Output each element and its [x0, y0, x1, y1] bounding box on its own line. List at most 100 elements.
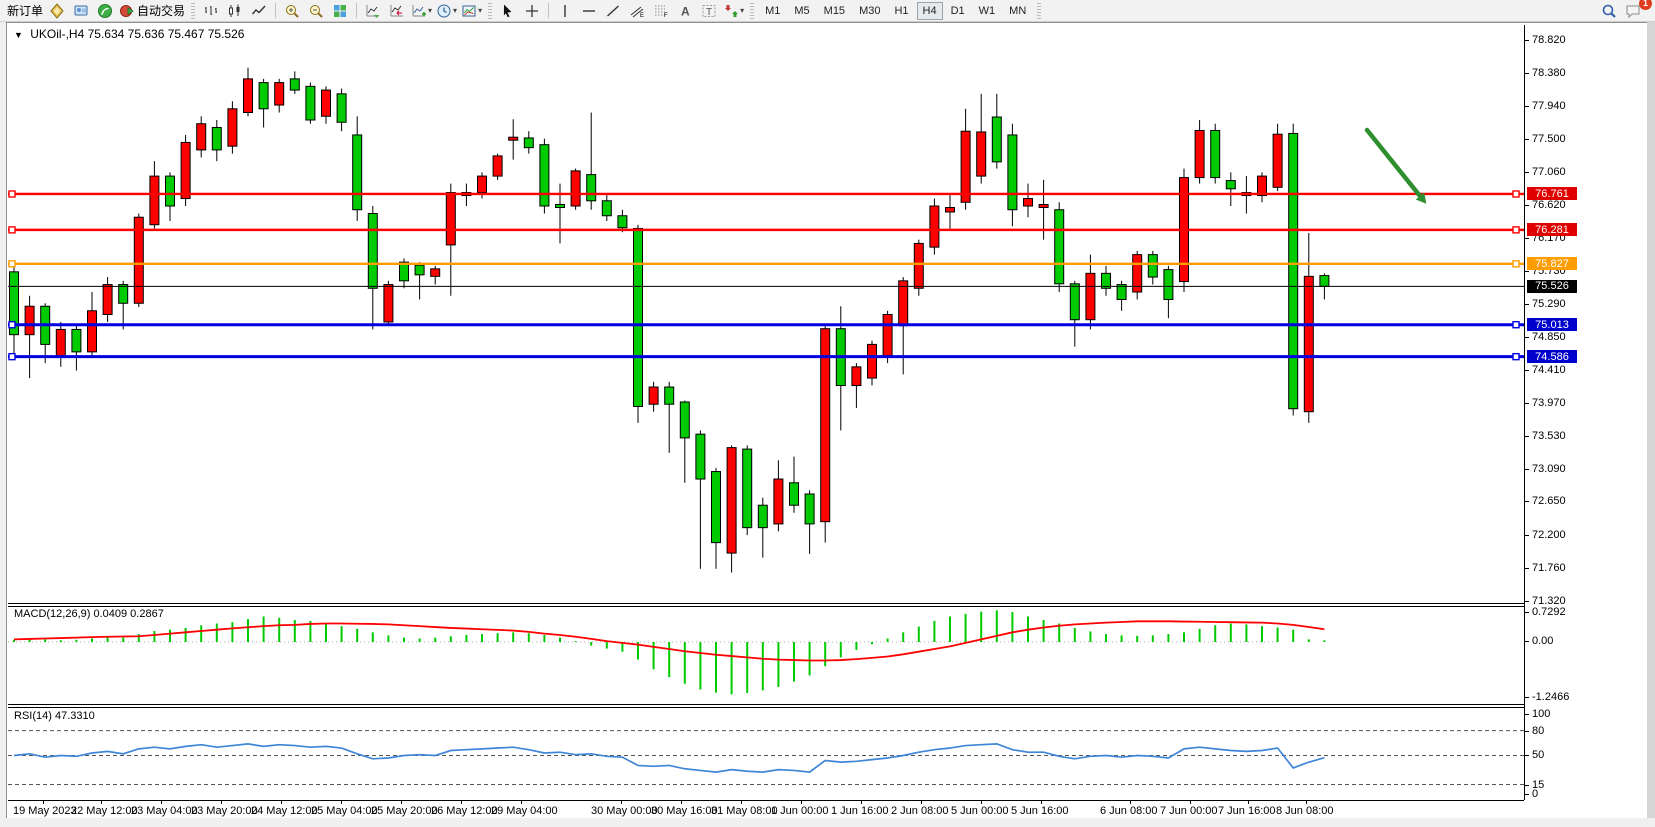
arrows-icon: [723, 3, 739, 19]
indicators-button[interactable]: ▾: [409, 1, 434, 21]
zoom-in-button[interactable]: [280, 1, 304, 21]
chart-symbol: UKOil-,H4: [30, 27, 84, 41]
axis-tick-mark: [1524, 403, 1529, 404]
panel-splitter[interactable]: [8, 704, 1524, 705]
chevron-down-icon[interactable]: ▼: [14, 30, 23, 40]
date-tick-mark: [741, 801, 742, 804]
svg-text:A: A: [681, 4, 690, 18]
price-level-badge: 75.526: [1527, 280, 1577, 293]
toolbar-grip[interactable]: [191, 3, 195, 19]
axis-tick-mark: [1524, 139, 1529, 140]
price-level-badge: 75.013: [1527, 318, 1577, 331]
fibonacci-button[interactable]: F: [649, 1, 673, 21]
price-tick-label: 73.530: [1532, 430, 1566, 442]
toolbar-separator: [356, 3, 357, 18]
navigator-button[interactable]: [69, 1, 93, 21]
toolbar-separator: [275, 3, 276, 18]
date-tick-mark: [621, 801, 622, 804]
axis-tick-mark: [1524, 794, 1529, 795]
panel-splitter[interactable]: [8, 603, 1524, 604]
text-button[interactable]: A: [673, 1, 697, 21]
axis-tick-mark: [1524, 172, 1529, 173]
templates-button[interactable]: ▾: [459, 1, 484, 21]
chart-ohlc-values: 75.634 75.636 75.467 75.526: [88, 27, 245, 41]
cursor-button[interactable]: [496, 1, 520, 21]
indicator-tick-label: 0.7292: [1532, 606, 1566, 618]
rsi-panel[interactable]: [8, 708, 1524, 800]
trendline-icon: [605, 3, 621, 19]
timeframe-h1-button[interactable]: H1: [888, 2, 914, 20]
periods-icon: [436, 3, 452, 19]
chart-shift-button[interactable]: [385, 1, 409, 21]
toolbar-grip[interactable]: [1037, 3, 1041, 19]
price-tick-label: 78.820: [1532, 34, 1566, 46]
timeframe-mn-button[interactable]: MN: [1003, 2, 1032, 20]
svg-text:T: T: [706, 7, 712, 18]
channel-icon: E: [629, 3, 645, 19]
indicator-tick-label: 0: [1532, 788, 1538, 800]
timeframe-m15-button[interactable]: M15: [818, 2, 851, 20]
date-axis[interactable]: 19 May 202322 May 12:0023 May 04:0023 Ma…: [8, 800, 1524, 819]
dropdown-arrow-icon[interactable]: ▾: [740, 6, 744, 15]
auto-trading-button[interactable]: 自动交易: [117, 1, 187, 21]
axis-tick-mark: [1524, 271, 1529, 272]
axis-tick-mark: [1524, 612, 1529, 613]
timeframe-m30-button[interactable]: M30: [853, 2, 886, 20]
price-tick-label: 71.760: [1532, 562, 1566, 574]
toolbar-grip[interactable]: [750, 3, 754, 19]
svg-text:F: F: [664, 13, 668, 19]
tile-windows-button[interactable]: [328, 1, 352, 21]
tile-windows-icon: [332, 3, 348, 19]
text-icon: A: [677, 3, 693, 19]
macd-panel[interactable]: [8, 607, 1524, 703]
crosshair-button[interactable]: [520, 1, 544, 21]
market-watch-button[interactable]: [45, 1, 69, 21]
timeframe-w1-button[interactable]: W1: [973, 2, 1002, 20]
price-tick-label: 72.650: [1532, 495, 1566, 507]
timeframe-m5-button[interactable]: M5: [788, 2, 815, 20]
axis-tick-mark: [1524, 785, 1529, 786]
line-chart-button[interactable]: [247, 1, 271, 21]
toolbar-grip[interactable]: [488, 3, 492, 19]
timeframe-m1-button[interactable]: M1: [759, 2, 786, 20]
auto-scroll-button[interactable]: [361, 1, 385, 21]
periods-button[interactable]: ▾: [434, 1, 459, 21]
date-tick-label: 22 May 12:00: [71, 805, 138, 817]
date-tick-label: 25 May 20:00: [371, 805, 438, 817]
new-order-button[interactable]: 新订单: [3, 1, 45, 21]
main-price-chart[interactable]: [8, 25, 1524, 603]
date-tick-label: 1 Jun 00:00: [771, 805, 829, 817]
date-tick-label: 24 May 12:00: [251, 805, 318, 817]
trendline-button[interactable]: [601, 1, 625, 21]
horizontal-line-button[interactable]: [577, 1, 601, 21]
timeframe-d1-button[interactable]: D1: [945, 2, 971, 20]
date-tick-label: 23 May 20:00: [191, 805, 258, 817]
dropdown-arrow-icon[interactable]: ▾: [478, 6, 482, 15]
price-level-badge: 76.761: [1527, 187, 1577, 200]
indicator-tick-label: 80: [1532, 725, 1544, 737]
price-level-badge: 76.281: [1527, 223, 1577, 236]
zoom-out-icon: [308, 3, 324, 19]
dropdown-arrow-icon[interactable]: ▾: [453, 6, 457, 15]
zoom-out-button[interactable]: [304, 1, 328, 21]
axis-tick-mark: [1524, 436, 1529, 437]
price-axis[interactable]: 78.82078.38077.94077.50077.06076.62076.1…: [1524, 0, 1644, 827]
signals-button[interactable]: [93, 1, 117, 21]
date-tick-label: 1 Jun 16:00: [831, 805, 889, 817]
dropdown-arrow-icon[interactable]: ▾: [428, 6, 432, 15]
candlestick-chart-button[interactable]: [223, 1, 247, 21]
date-tick-mark: [1306, 801, 1307, 804]
arrows-button[interactable]: ▾: [721, 1, 746, 21]
timeframe-h4-button[interactable]: H4: [917, 2, 943, 20]
bar-chart-button[interactable]: [199, 1, 223, 21]
date-tick-mark: [221, 801, 222, 804]
date-tick-mark: [101, 801, 102, 804]
text-label-button[interactable]: T: [697, 1, 721, 21]
axis-tick-mark: [1524, 501, 1529, 502]
equidistant-channel-button[interactable]: E: [625, 1, 649, 21]
vertical-line-button[interactable]: [553, 1, 577, 21]
price-tick-label: 73.090: [1532, 463, 1566, 475]
date-tick-mark: [461, 801, 462, 804]
crosshair-icon: [524, 3, 540, 19]
hline-icon: [581, 3, 597, 19]
